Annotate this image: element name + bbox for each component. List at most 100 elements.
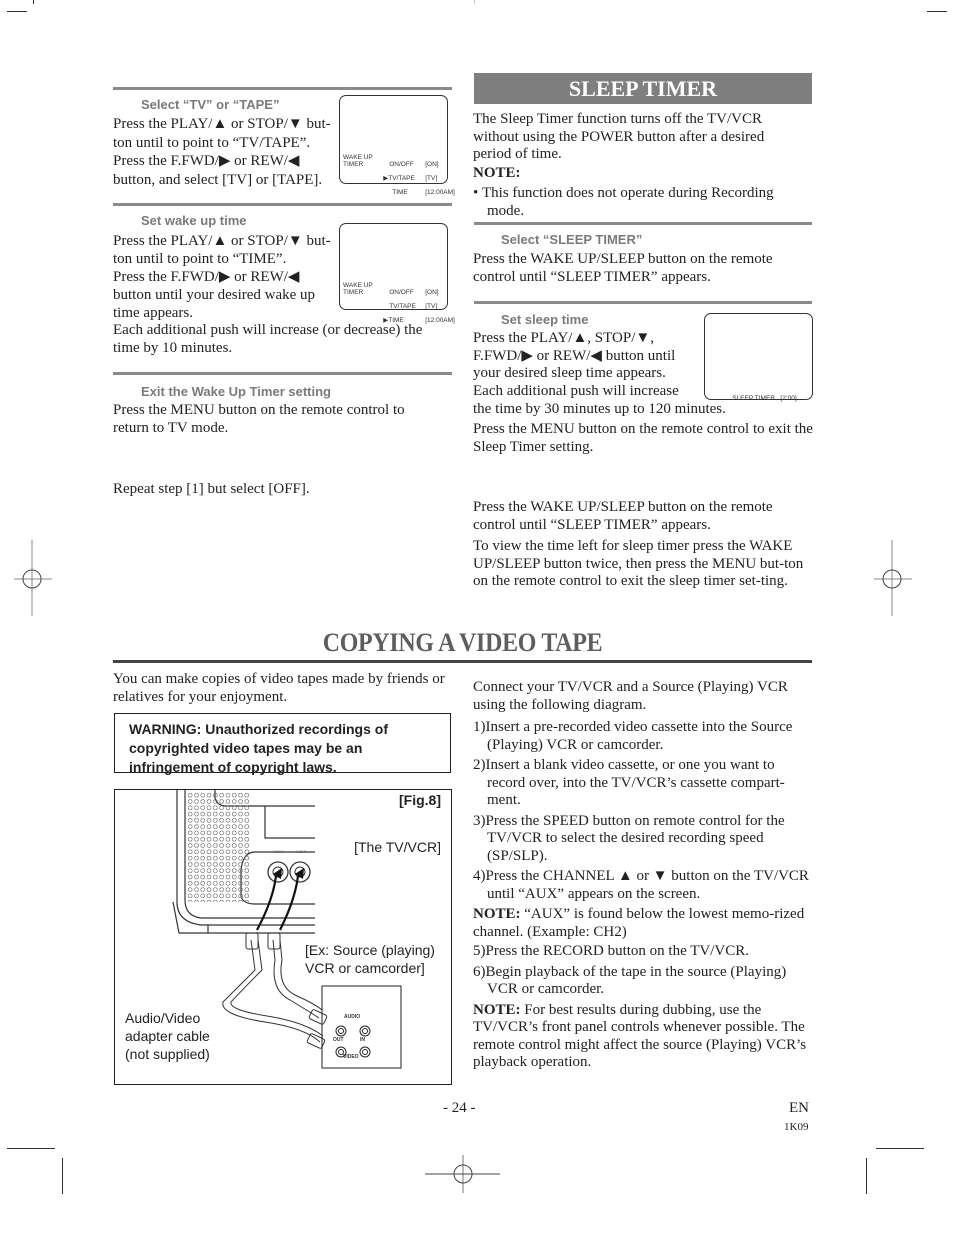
osd-menu: ON/OFF TV/TAPE ▶TIME [376,282,416,331]
text-line: Press the F.FWD/▶ or REW/◀ [113,153,300,169]
step-item: 4)Press the CHANNEL ▲ or ▼ button on the… [473,868,809,902]
section-rule [113,87,452,90]
osd-value: [2:00] [780,395,797,402]
text-line: ton until to point to “TV/TAPE”. [113,134,311,151]
step-text-exit: Press the MENU button on the remote cont… [113,402,405,436]
note-dubbing: NOTE: For best results during dubbing, u… [473,1002,813,1072]
osd-value-blinking: [TV] [425,175,438,182]
note-text: “AUX” is found below the lowest memo-riz… [473,906,805,940]
panel-label-in: IN [360,1037,365,1043]
jack-label-audio: AUDIO [295,850,307,854]
note-label: NOTE: [473,906,521,922]
osd-value: [12:00AM] [425,189,455,196]
osd-title: WAKE UP TIMER [343,154,373,168]
step-item: 2)Insert a blank video cassette, or one … [473,757,785,808]
osd-value: [ON] [425,289,439,296]
step-heading-select-sleep-timer: Select “SLEEP TIMER” [501,232,643,247]
bullet-icon: • [473,185,483,201]
registration-mark-left [14,540,52,616]
warning-text: WARNING: Unauthorized recordings of copy… [129,721,388,775]
text-line: Press the PLAY/▲ or STOP/▼ but- [113,233,331,249]
step-heading-set-wake-time: Set wake up time [141,213,247,228]
title-rule [113,660,812,663]
steps-list: 1)Insert a pre-recorded video cassette i… [473,719,813,1072]
speaker-grille [187,792,249,902]
step-item: 6)Begin playback of the tape in the sour… [473,963,787,998]
panel-label-out: OUT [333,1037,344,1043]
step-text-exit-sleep: Press the MENU button on the remote cont… [473,421,813,455]
osd-screen-tv-tape: WAKE UP TIMER ON/OFF ▶TV/TAPE TIME [ON] [… [339,95,455,196]
source-label-line: [Ex: Source (playing) [305,942,435,958]
text-line: Press the PLAY/▲ or STOP/▼ but- [113,116,331,132]
osd-row: TV/TAPE [388,175,415,182]
crop-mark [7,1148,55,1149]
panel-label-audio: AUDIO [344,1014,361,1020]
copyright-warning-box: WARNING: Unauthorized recordings of copy… [114,713,451,775]
step-text-select-sleep-timer: Press the WAKE UP/SLEEP button on the re… [473,251,773,285]
text-line: Press the PLAY/▲, STOP/▼, [473,330,654,346]
crop-mark [927,11,947,12]
osd-screen-sleep-timer: SLEEP TIMER [2:00] [704,313,813,402]
osd-value: [ON] [425,161,439,168]
osd-title-line: WAKE UP [343,282,373,289]
registration-mark-right [874,540,912,616]
step-item: 5)Press the RECORD button on the TV/VCR. [473,943,749,959]
step-heading-exit: Exit the Wake Up Timer setting [141,384,331,399]
section-rule [474,222,812,225]
text-line: ton until to point to “TIME”. [113,251,287,267]
osd-row: ON/OFF [389,289,414,296]
page-number: - 24 - [443,1100,476,1116]
tv-jacks [267,861,311,883]
registration-mark-bottom [425,1155,500,1193]
copying-title: COPYING A VIDEO TAPE [322,628,603,657]
figure-label: [Fig.8] [399,792,441,808]
osd-row: ON/OFF [389,161,414,168]
section-rule [474,301,812,304]
osd-menu: ON/OFF ▶TV/TAPE TIME [376,154,415,203]
crop-mark [33,0,34,4]
text-line: your desired sleep time appears. [473,365,666,381]
step-item: 3)Press the SPEED button on remote contr… [473,812,785,864]
step-item: 1)Insert a pre-recorded video cassette i… [473,719,793,753]
osd-title: WAKE UP TIMER [343,282,373,296]
note-aux: NOTE: “AUX” is found below the lowest me… [473,906,813,941]
osd-values: [ON] [TV] [12:00AM] [418,154,455,203]
text-line: button until your desired wake up [113,287,316,303]
note-label: NOTE: [473,165,521,181]
figure-8: /* placeholder kept empty intentionally … [114,789,452,1085]
cancel-wake-timer-text: Repeat step [1] but select [OFF]. [113,481,310,497]
step-text-set-sleep-time-cont: the time by 30 minutes up to 120 minutes… [473,401,726,417]
document-code: 1K09 [784,1121,809,1133]
sleep-timer-intro: The Sleep Timer function turns off the T… [473,111,765,162]
crop-mark [866,1158,867,1194]
crop-mark [7,11,27,12]
copying-intro: You can make copies of video tapes made … [113,671,445,705]
crop-mark [876,1148,924,1149]
crop-mark [62,1158,63,1194]
step-text-select-tv-tape: Press the PLAY/▲ or STOP/▼ but- ton unti… [113,115,338,189]
step-heading-select-tv-tape: Select “TV” or “TAPE” [141,97,280,112]
section-rule [113,372,452,375]
note-bullet: • This function does not operate during … [473,185,812,220]
text-line: Each additional push will increase [473,382,679,399]
sleep-timer-title: SLEEP TIMER [474,73,812,104]
osd-title-line: WAKE UP [343,154,373,161]
osd-row: TV/TAPE [389,303,416,310]
source-vcr-label: [Ex: Source (playing) VCR or camcorder] [305,941,435,977]
panel-label-video: VIDEO [343,1054,359,1060]
osd-value: [TV] [425,303,438,310]
osd-row: TIME [392,189,408,196]
step-text-set-wake-time: Press the PLAY/▲ or STOP/▼ but- ton unti… [113,232,338,322]
cancel-sleep-timer-text: Press the WAKE UP/SLEEP button on the re… [473,499,773,533]
text-line: Press the F.FWD/▶ or REW/◀ [113,269,300,285]
osd-row: TIME [388,317,404,324]
note-bullet-text: This function does not operate during Re… [482,185,774,219]
osd-value-blinking: [12:00AM] [425,317,455,324]
language-code: EN [789,1100,809,1116]
osd-sleep-readout: SLEEP TIMER [2:00] [725,388,797,409]
source-vcr-panel [321,985,402,1069]
view-sleep-time-text: To view the time left for sleep timer pr… [473,538,804,589]
text-line: button, and select [TV] or [TAPE]. [113,171,323,188]
osd-title-line: TIMER [343,289,364,296]
jack-label-video: VIDEO [273,850,284,854]
